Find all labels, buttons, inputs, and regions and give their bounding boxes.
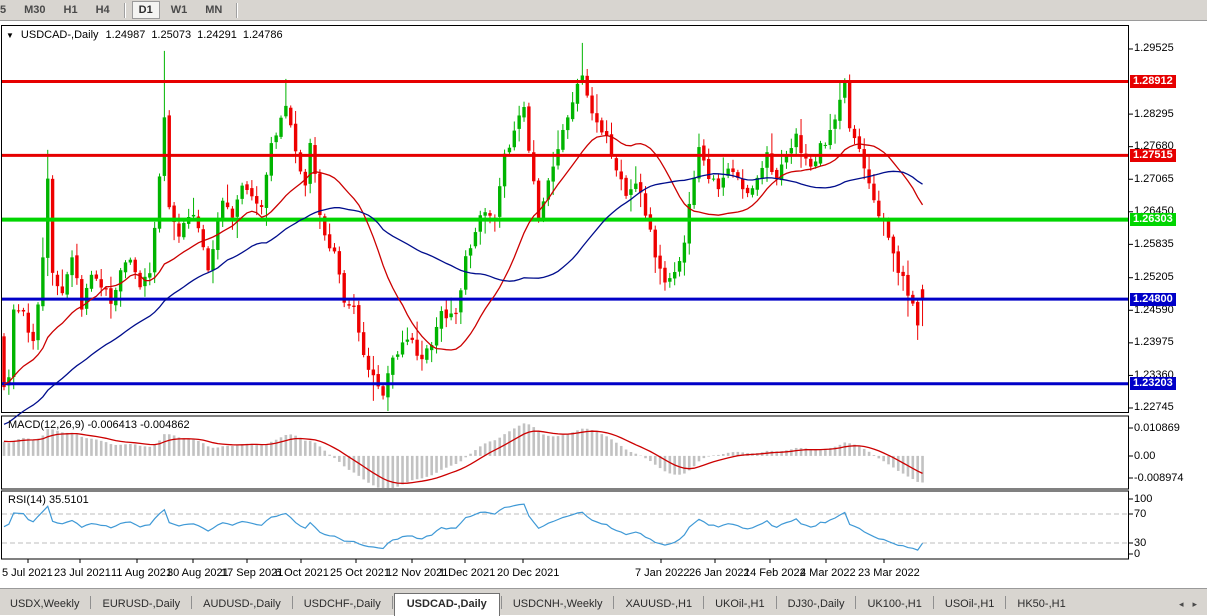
tab-scroll-right-icon[interactable]: ▸ [1192, 599, 1197, 610]
tab-usdcad-daily[interactable]: USDCAD-,Daily [394, 593, 500, 616]
timeframe-toolbar: 5M30 H1H4 D1W1MN [0, 0, 1207, 21]
timeframe-button-m30[interactable]: M30 [17, 1, 52, 19]
tab-separator [776, 596, 777, 609]
tab-usoil-h1[interactable]: USOil-,H1 [935, 594, 1005, 615]
timeframe-button-d1[interactable]: D1 [132, 1, 160, 19]
tab-usdx-weekly[interactable]: USDX,Weekly [0, 594, 89, 615]
timeframe-button-mn[interactable]: MN [198, 1, 229, 19]
tab-separator [90, 596, 91, 609]
toolbar-separator [236, 3, 237, 18]
tab-usdchf-daily[interactable]: USDCHF-,Daily [294, 594, 391, 615]
pane-frames [2, 26, 1129, 560]
tab-separator [392, 596, 393, 609]
tab-scroll-buttons: ◂▸ [1179, 599, 1197, 610]
tab-uk100-h1[interactable]: UK100-,H1 [857, 594, 931, 615]
timeframe-button-h1[interactable]: H1 [57, 1, 85, 19]
tab-separator [703, 596, 704, 609]
tab-ukoil-h1[interactable]: UKOil-,H1 [705, 594, 775, 615]
tab-eurusd-daily[interactable]: EURUSD-,Daily [92, 594, 190, 615]
tab-usdcnh-weekly[interactable]: USDCNH-,Weekly [503, 594, 613, 615]
tab-separator [933, 596, 934, 609]
tab-audusd-daily[interactable]: AUDUSD-,Daily [193, 594, 291, 615]
tab-hk50-h1[interactable]: HK50-,H1 [1007, 594, 1075, 615]
toolbar-separator [124, 3, 125, 18]
chart-canvas[interactable] [0, 0, 1207, 615]
timeframe-button-w1[interactable]: W1 [164, 1, 195, 19]
timeframe-button-h4[interactable]: H4 [89, 1, 117, 19]
tab-separator [855, 596, 856, 609]
tab-scroll-left-icon[interactable]: ◂ [1179, 599, 1184, 610]
tab-separator [191, 596, 192, 609]
tab-separator [501, 596, 502, 609]
tab-xauusd-h1[interactable]: XAUUSD-,H1 [615, 594, 702, 615]
tab-separator [1005, 596, 1006, 609]
symbol-tab-bar: USDX,WeeklyEURUSD-,DailyAUDUSD-,DailyUSD… [0, 588, 1207, 615]
tab-separator [292, 596, 293, 609]
timeframe-button-5[interactable]: 5 [0, 1, 13, 19]
tab-separator [613, 596, 614, 609]
tab-dj30-daily[interactable]: DJ30-,Daily [778, 594, 855, 615]
